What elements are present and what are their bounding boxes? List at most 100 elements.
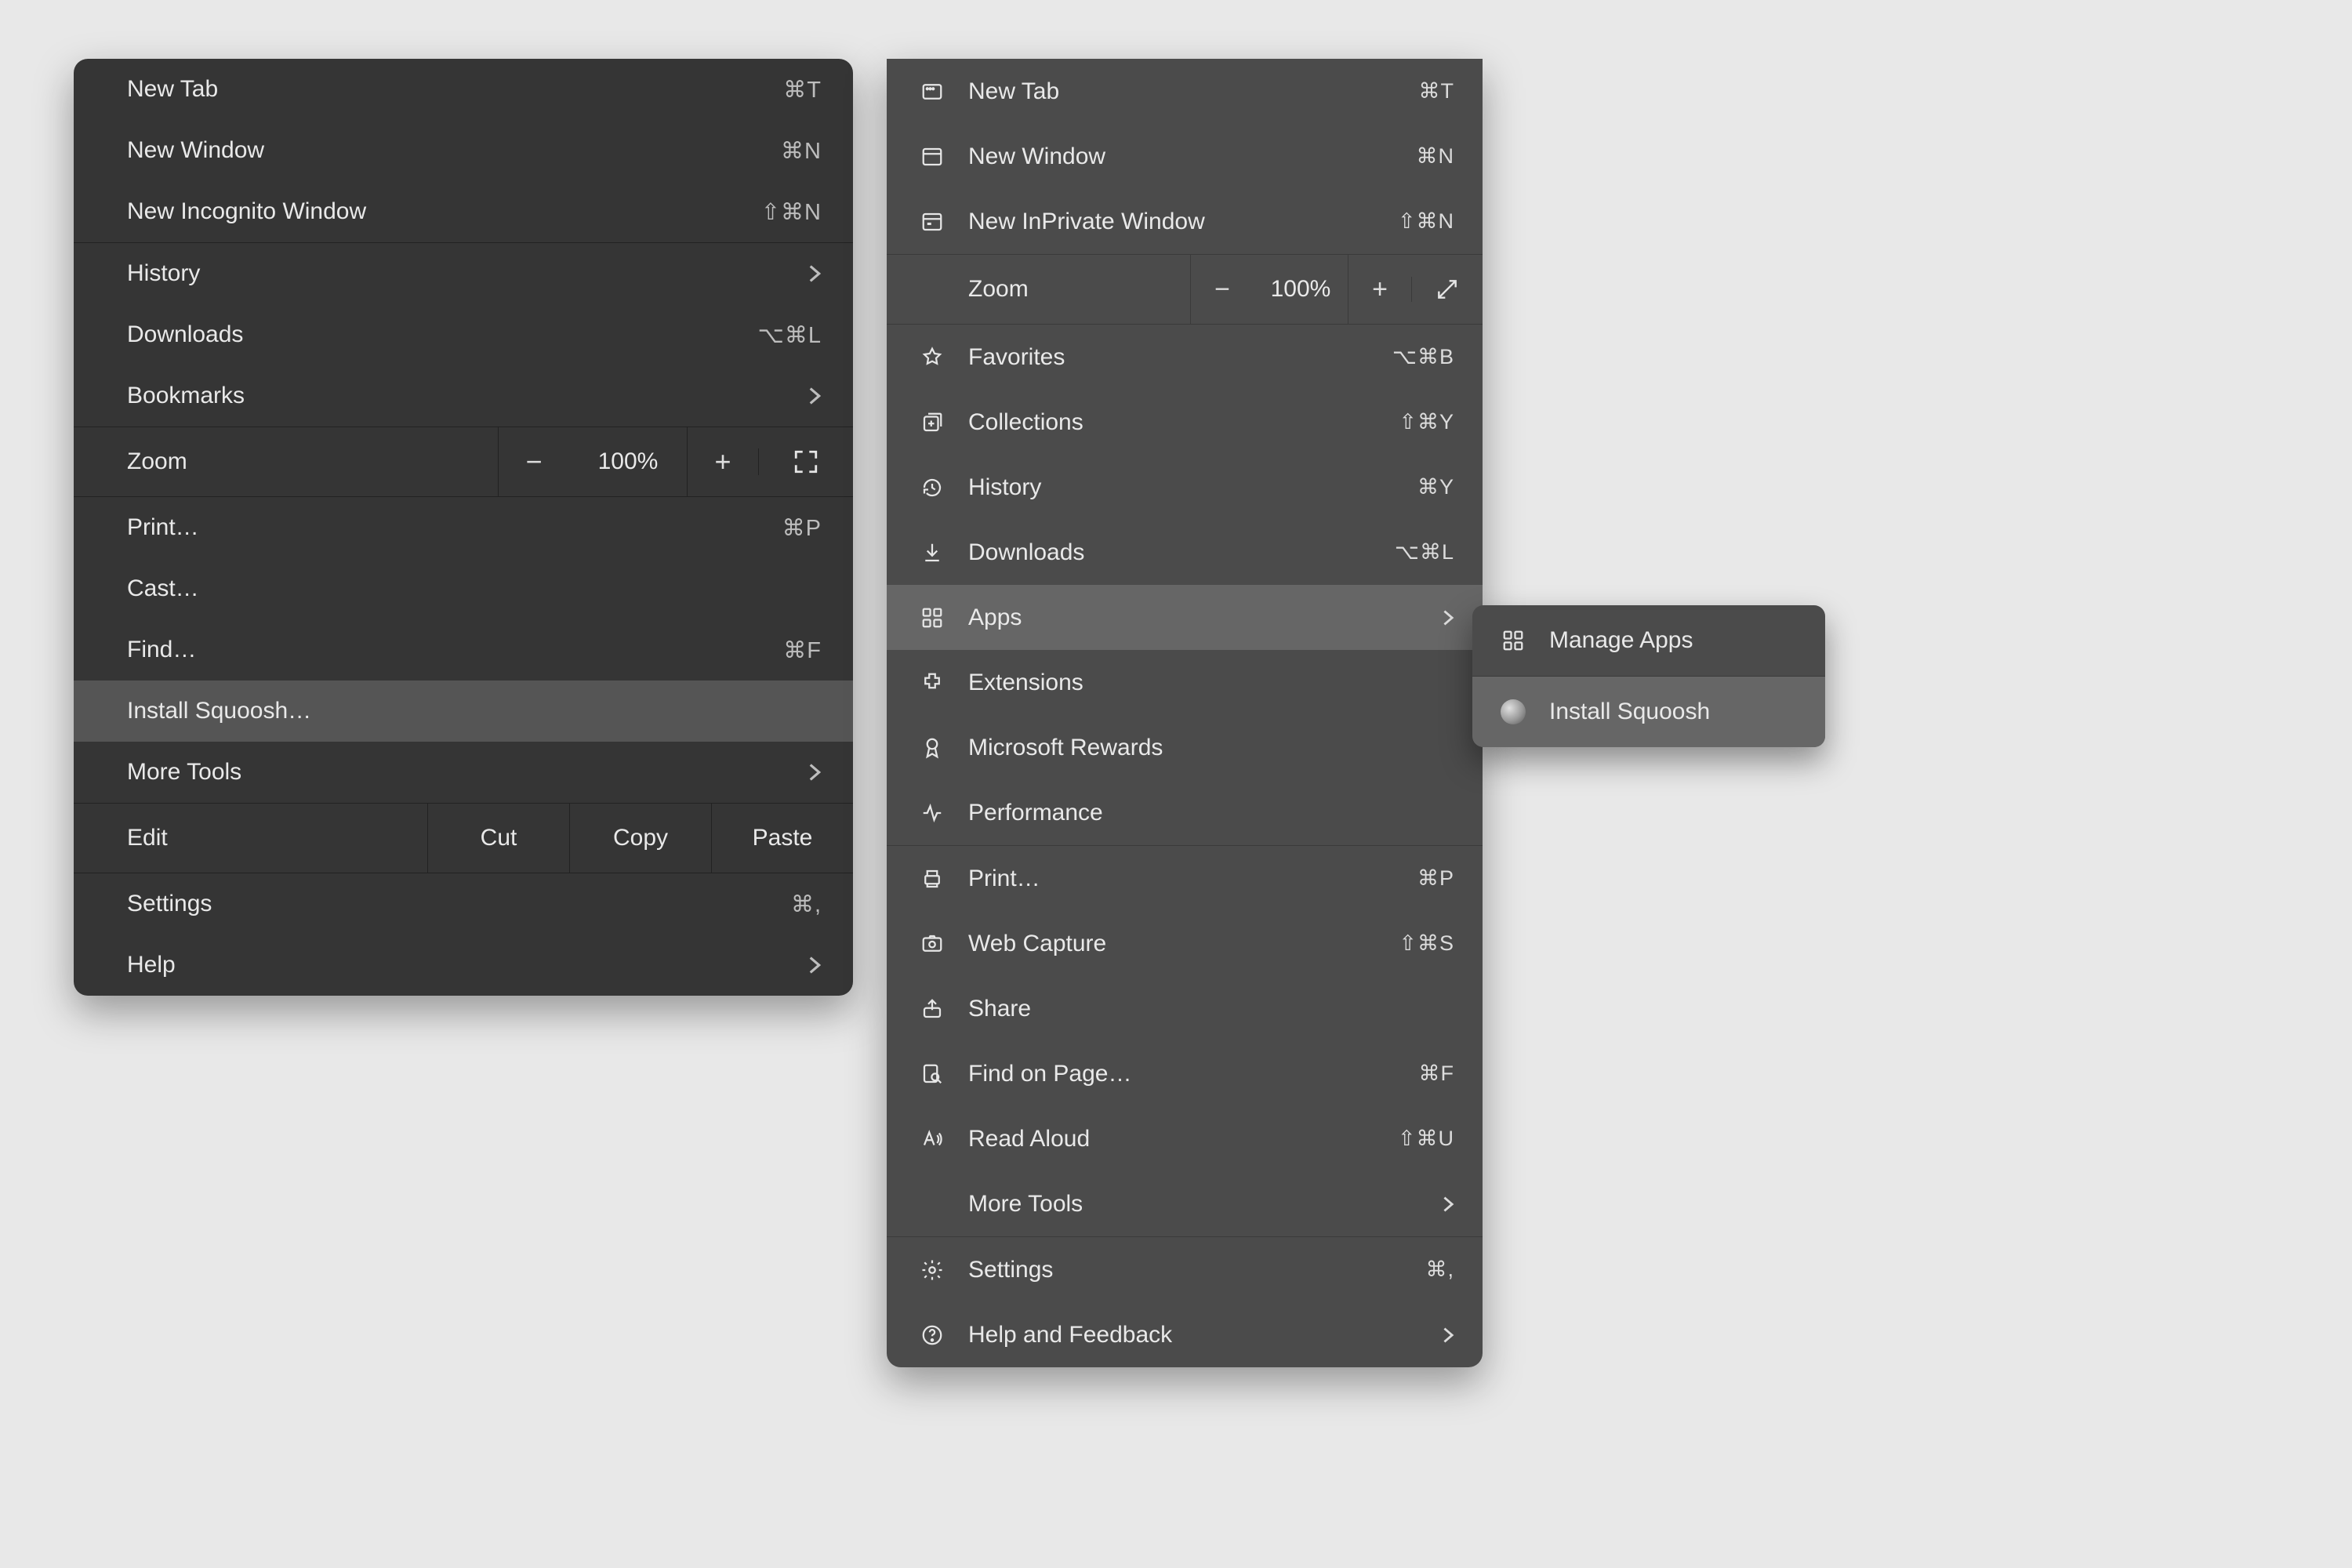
- menu-item-new-tab[interactable]: New Tab ⌘T: [887, 59, 1483, 124]
- web-capture-icon: [915, 932, 949, 956]
- menu-item-new-window[interactable]: New Window ⌘N: [887, 124, 1483, 189]
- downloads-icon: [915, 541, 949, 564]
- zoom-label: Zoom: [74, 448, 498, 475]
- menu-item-downloads[interactable]: Downloads ⌥⌘L: [887, 520, 1483, 585]
- shortcut: ⌘P: [1417, 866, 1454, 891]
- menu-item-new-incognito[interactable]: New Incognito Window ⇧⌘N: [74, 181, 853, 242]
- label: Favorites: [968, 344, 1065, 371]
- menu-item-share[interactable]: Share: [887, 976, 1483, 1041]
- menu-item-apps[interactable]: Apps: [887, 585, 1483, 650]
- menu-item-extensions[interactable]: Extensions: [887, 650, 1483, 715]
- menu-item-web-capture[interactable]: Web Capture ⇧⌘S: [887, 911, 1483, 976]
- shortcut: ⌘F: [783, 637, 822, 664]
- label: Web Capture: [968, 931, 1106, 957]
- menu-item-find[interactable]: Find… ⌘F: [74, 619, 853, 681]
- menu-item-install-squoosh[interactable]: Install Squoosh…: [74, 681, 853, 742]
- zoom-controls: Zoom − 100% +: [74, 427, 853, 497]
- menu-item-performance[interactable]: Performance: [887, 780, 1483, 845]
- menu-item-history[interactable]: History: [74, 243, 853, 304]
- menu-item-new-inprivate[interactable]: New InPrivate Window ⇧⌘N: [887, 189, 1483, 254]
- menu-item-cast[interactable]: Cast…: [74, 558, 853, 619]
- menu-item-print[interactable]: Print… ⌘P: [887, 846, 1483, 911]
- shortcut: ⌘P: [782, 514, 822, 542]
- menu-item-rewards[interactable]: Microsoft Rewards: [887, 715, 1483, 780]
- label: Extensions: [968, 670, 1083, 696]
- edit-row: Edit Cut Copy Paste: [74, 803, 853, 873]
- chevron-right-icon: [809, 387, 822, 405]
- fullscreen-icon: [793, 448, 819, 475]
- edit-paste-button[interactable]: Paste: [711, 804, 853, 873]
- zoom-out-button[interactable]: −: [498, 427, 569, 496]
- settings-icon: [915, 1258, 949, 1282]
- favorites-icon: [915, 346, 949, 369]
- edit-label: Edit: [74, 804, 427, 873]
- print-icon: [915, 867, 949, 891]
- label: History: [127, 260, 200, 287]
- menu-item-favorites[interactable]: Favorites ⌥⌘B: [887, 325, 1483, 390]
- edit-copy-button[interactable]: Copy: [569, 804, 711, 873]
- menu-item-more-tools[interactable]: More Tools: [887, 1171, 1483, 1236]
- menu-item-settings[interactable]: Settings ⌘,: [887, 1237, 1483, 1302]
- zoom-out-button[interactable]: −: [1190, 255, 1254, 324]
- shortcut: ⌥⌘B: [1392, 345, 1454, 369]
- menu-item-more-tools[interactable]: More Tools: [74, 742, 853, 803]
- menu-item-help[interactable]: Help: [74, 935, 853, 996]
- zoom-in-button[interactable]: +: [687, 427, 758, 496]
- edit-cut-button[interactable]: Cut: [427, 804, 569, 873]
- chevron-right-icon: [1443, 1196, 1454, 1212]
- performance-icon: [915, 801, 949, 825]
- label: Downloads: [127, 321, 243, 348]
- submenu-item-manage-apps[interactable]: Manage Apps: [1472, 605, 1825, 676]
- new-window-icon: [915, 145, 949, 169]
- plus-icon: +: [714, 445, 731, 478]
- menu-item-help-feedback[interactable]: Help and Feedback: [887, 1302, 1483, 1367]
- history-icon: [915, 476, 949, 499]
- zoom-in-button[interactable]: +: [1348, 255, 1411, 324]
- label: Read Aloud: [968, 1126, 1090, 1152]
- squoosh-app-icon: [1496, 699, 1530, 724]
- menu-item-bookmarks[interactable]: Bookmarks: [74, 365, 853, 426]
- chevron-right-icon: [1443, 610, 1454, 626]
- label: More Tools: [968, 1191, 1083, 1218]
- label: New Window: [968, 143, 1105, 170]
- menu-item-new-window[interactable]: New Window ⌘N: [74, 120, 853, 181]
- shortcut: ⌘T: [1419, 79, 1455, 103]
- label: Settings: [968, 1257, 1053, 1283]
- shortcut: ⌘Y: [1417, 475, 1454, 499]
- fullscreen-button[interactable]: [1411, 277, 1483, 302]
- shortcut: ⇧⌘N: [761, 198, 822, 226]
- edge-overflow-menu: New Tab ⌘T New Window ⌘N New InPrivate W…: [887, 59, 1483, 1367]
- menu-item-downloads[interactable]: Downloads ⌥⌘L: [74, 304, 853, 365]
- label: More Tools: [127, 759, 241, 786]
- new-tab-icon: [915, 80, 949, 103]
- menu-item-collections[interactable]: Collections ⇧⌘Y: [887, 390, 1483, 455]
- menu-item-read-aloud[interactable]: Read Aloud ⇧⌘U: [887, 1106, 1483, 1171]
- menu-item-find-on-page[interactable]: Find on Page… ⌘F: [887, 1041, 1483, 1106]
- shortcut: ⇧⌘N: [1398, 209, 1454, 234]
- apps-icon: [915, 606, 949, 630]
- menu-item-print[interactable]: Print… ⌘P: [74, 497, 853, 558]
- menu-item-settings[interactable]: Settings ⌘,: [74, 873, 853, 935]
- label: History: [968, 474, 1041, 501]
- label: Print…: [127, 514, 199, 541]
- shortcut: ⇧⌘U: [1398, 1127, 1454, 1151]
- shortcut: ⌥⌘L: [757, 321, 822, 349]
- inprivate-icon: [915, 210, 949, 234]
- minus-icon: −: [1214, 274, 1230, 305]
- label: Apps: [968, 604, 1022, 631]
- fullscreen-button[interactable]: [758, 448, 853, 475]
- chevron-right-icon: [809, 265, 822, 282]
- label: Find on Page…: [968, 1061, 1131, 1087]
- collections-icon: [915, 411, 949, 434]
- shortcut: ⌥⌘L: [1395, 540, 1454, 564]
- shortcut: ⌘N: [781, 137, 822, 165]
- apps-icon: [1496, 629, 1530, 652]
- rewards-icon: [915, 736, 949, 760]
- extensions-icon: [915, 671, 949, 695]
- menu-item-new-tab[interactable]: New Tab ⌘T: [74, 59, 853, 120]
- submenu-item-install-squoosh[interactable]: Install Squoosh: [1472, 677, 1825, 747]
- help-icon: [915, 1323, 949, 1347]
- label: Microsoft Rewards: [968, 735, 1163, 761]
- menu-item-history[interactable]: History ⌘Y: [887, 455, 1483, 520]
- find-icon: [915, 1062, 949, 1086]
